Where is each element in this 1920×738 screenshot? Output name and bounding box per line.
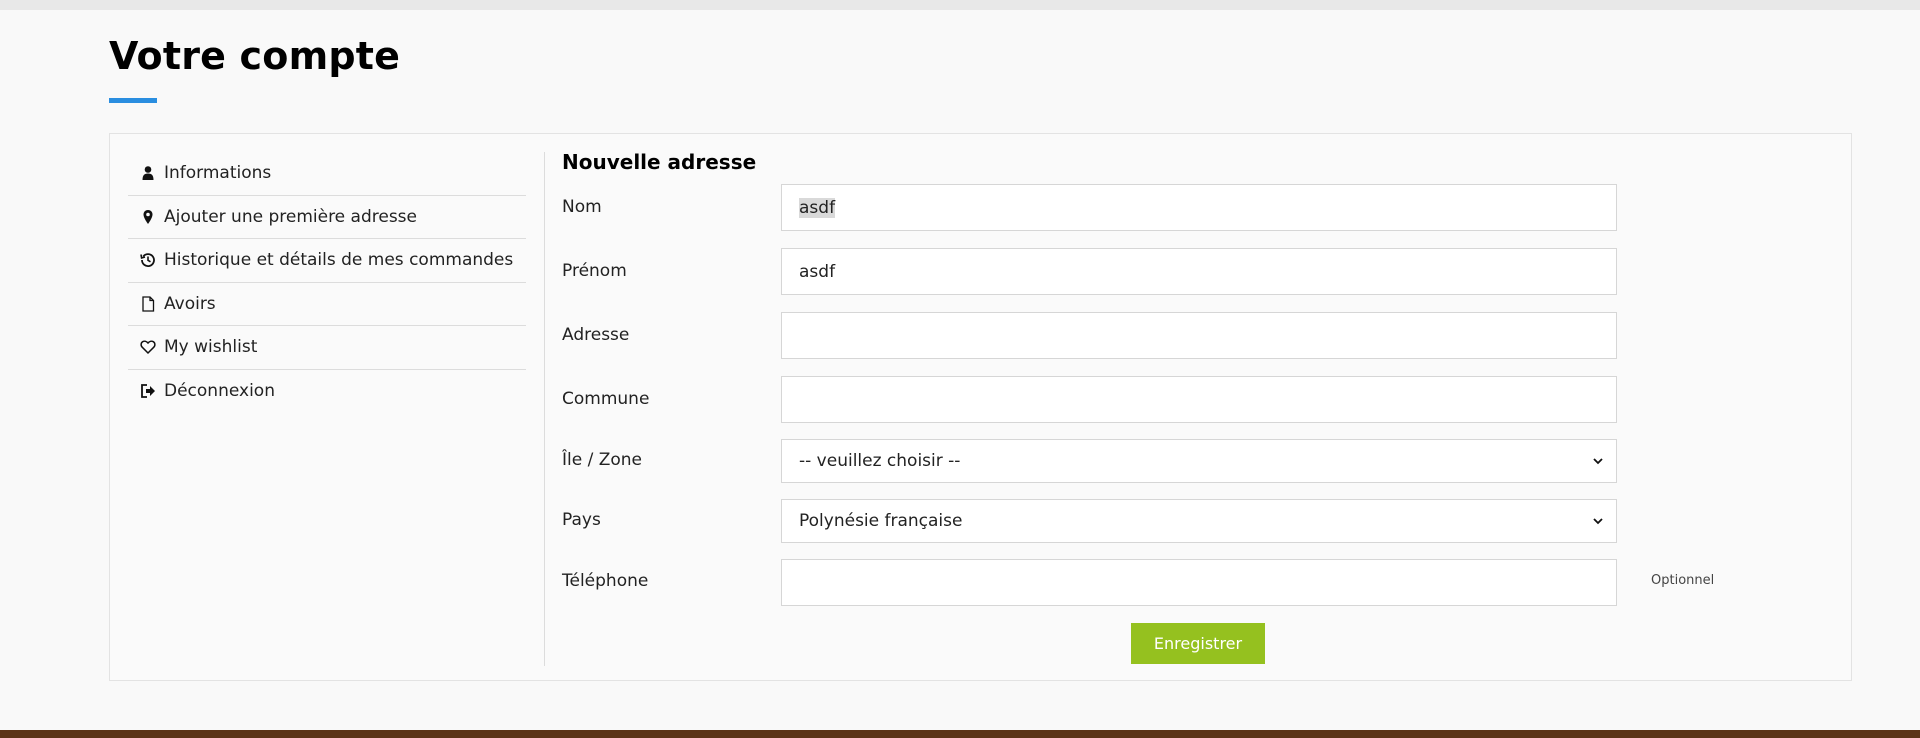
top-bar [0, 0, 1920, 10]
pays-selected-value: Polynésie française [799, 511, 963, 531]
sidebar-item-label: Historique et détails de mes commandes [164, 250, 514, 271]
page-title: Votre compte [109, 34, 401, 78]
sidebar-item-avoirs[interactable]: Avoirs [128, 283, 526, 326]
sidebar-item-label: Ajouter une première adresse [164, 206, 417, 227]
chevron-down-icon [1592, 515, 1604, 527]
nom-label: Nom [562, 197, 602, 217]
document-icon [140, 296, 156, 312]
commune-input[interactable] [781, 376, 1617, 423]
sidebar-item-order-history[interactable]: Historique et détails de mes commandes [128, 239, 526, 283]
adresse-input[interactable] [781, 312, 1617, 359]
account-sidebar: Informations Ajouter une première adress… [128, 152, 526, 413]
save-button[interactable]: Enregistrer [1131, 623, 1265, 664]
pays-select[interactable]: Polynésie française [781, 499, 1617, 543]
heart-icon [140, 339, 156, 355]
zone-label: Île / Zone [562, 450, 643, 470]
sidebar-item-informations[interactable]: Informations [128, 152, 526, 196]
adresse-label: Adresse [562, 325, 630, 345]
sidebar-item-wishlist[interactable]: My wishlist [128, 326, 526, 370]
map-pin-icon [140, 209, 156, 225]
prenom-value: asdf [799, 261, 836, 282]
panel-divider [544, 152, 545, 666]
account-panel: Informations Ajouter une première adress… [109, 133, 1852, 681]
sidebar-item-logout[interactable]: Déconnexion [128, 370, 526, 414]
form-title: Nouvelle adresse [562, 150, 757, 174]
prenom-input[interactable]: asdf [781, 248, 1617, 295]
sidebar-item-label: My wishlist [164, 337, 258, 358]
footer-bar [0, 730, 1920, 738]
title-underline [109, 98, 157, 103]
sidebar-item-add-address[interactable]: Ajouter une première adresse [128, 196, 526, 239]
chevron-down-icon [1592, 455, 1604, 467]
sidebar-item-label: Déconnexion [164, 381, 275, 402]
telephone-label: Téléphone [562, 571, 649, 591]
nom-value: asdf [799, 197, 836, 218]
sidebar-item-label: Avoirs [164, 293, 216, 314]
history-icon [140, 252, 156, 268]
nom-input[interactable]: asdf [781, 184, 1617, 231]
telephone-optional-hint: Optionnel [1651, 573, 1715, 588]
zone-select[interactable]: -- veuillez choisir -- [781, 439, 1617, 483]
pays-label: Pays [562, 510, 601, 530]
sidebar-item-label: Informations [164, 163, 272, 184]
user-icon [140, 165, 156, 181]
zone-selected-value: -- veuillez choisir -- [799, 451, 961, 471]
commune-label: Commune [562, 389, 650, 409]
telephone-input[interactable] [781, 559, 1617, 606]
sign-out-icon [140, 383, 156, 399]
prenom-label: Prénom [562, 261, 627, 281]
